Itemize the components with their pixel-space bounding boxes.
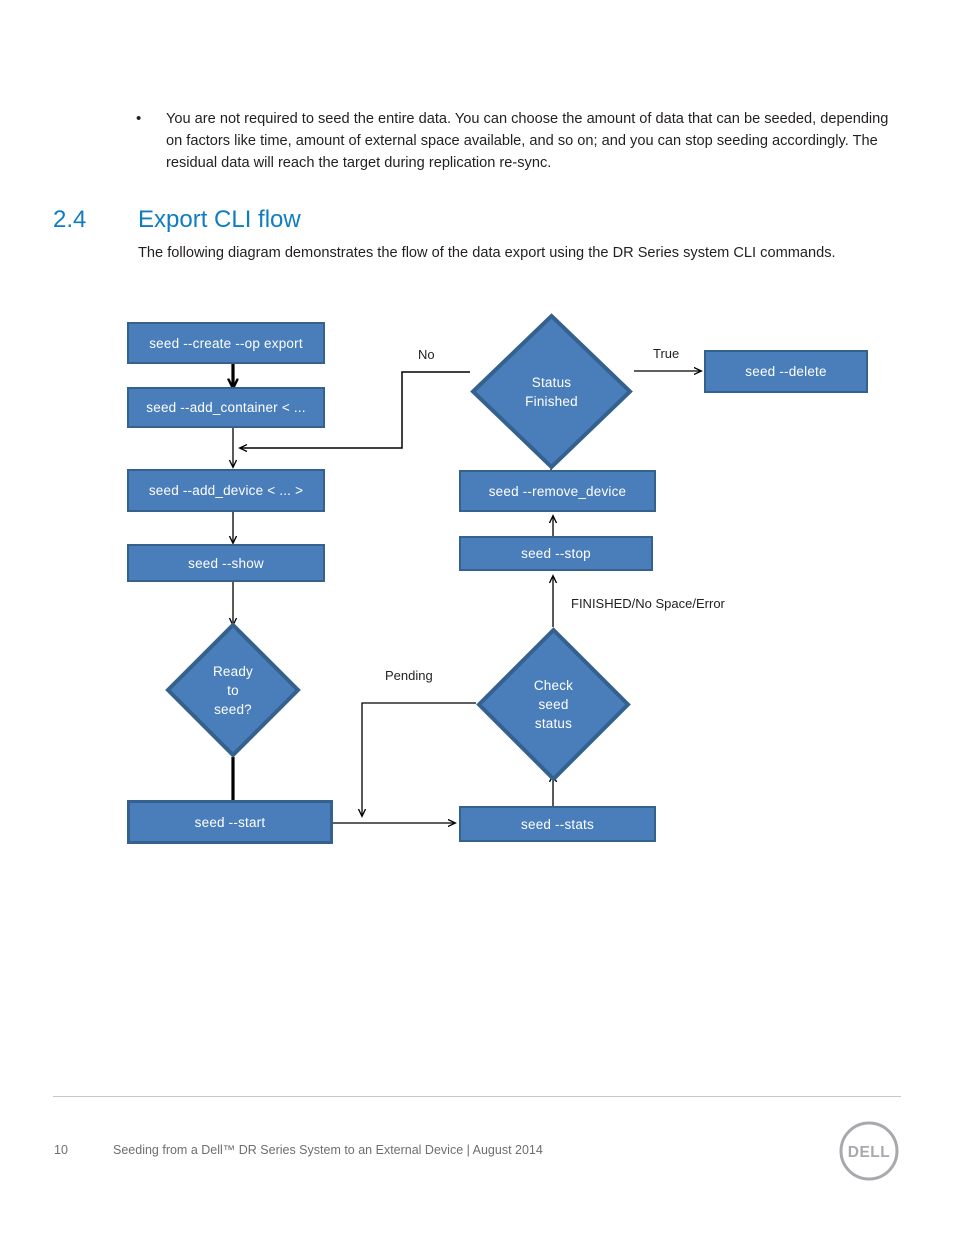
footer-caption: Seeding from a Dell™ DR Series System to… [113,1143,543,1157]
node-label: seed --stop [521,546,591,561]
node-label: seed --stats [521,816,594,832]
node-seed-delete[interactable]: seed --delete [704,350,868,393]
node-label: seed --show [188,555,264,571]
document-page: • You are not required to seed the entir… [0,0,954,1235]
node-seed-create[interactable]: seed --create --op export [127,322,325,364]
node-label: seed --add_device < ... > [148,483,304,498]
export-cli-flowchart: seed --create --op export seed --add_con… [0,0,954,1235]
diamond-shape [476,627,631,782]
dell-logo-icon: DELL [839,1121,899,1181]
node-seed-add-device[interactable]: seed --add_device < ... > [127,469,325,512]
node-seed-start[interactable]: seed --start [127,800,333,844]
diamond-shape [470,313,633,470]
node-status-finished[interactable]: Status Finished [470,313,633,470]
node-seed-remove-device[interactable]: seed --remove_device [459,470,656,512]
edge-label-no: No [418,347,435,362]
node-label: seed --start [194,814,266,830]
dell-logo-text: DELL [848,1144,890,1161]
node-check-seed-status[interactable]: Check seed status [476,627,631,782]
node-seed-show[interactable]: seed --show [127,544,325,582]
node-ready-to-seed[interactable]: Ready to seed? [165,622,301,758]
diamond-shape [165,622,301,758]
flowchart-connectors [0,364,954,1235]
node-seed-stop[interactable]: seed --stop [459,536,653,571]
node-label: seed --add_container < ... [146,400,306,415]
node-label: seed --remove_device [488,483,627,499]
node-label: seed --delete [745,364,827,379]
page-number: 10 [54,1143,68,1157]
edge-label-finished: FINISHED/No Space/Error [571,596,725,611]
node-seed-add-container[interactable]: seed --add_container < ... [127,387,325,428]
node-label: seed --create --op export [149,335,303,351]
dell-logo: DELL [838,1120,900,1182]
edge-label-true: True [653,346,680,361]
footer-divider [53,1096,901,1097]
node-seed-stats[interactable]: seed --stats [459,806,656,842]
edge-label-pending: Pending [385,668,433,683]
